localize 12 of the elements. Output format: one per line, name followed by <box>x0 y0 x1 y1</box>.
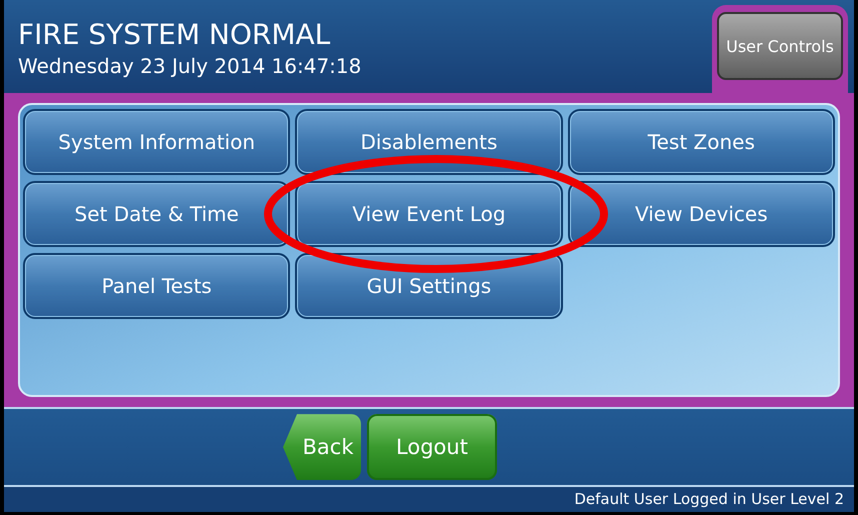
status-bar: Default User Logged in User Level 2 <box>4 485 854 512</box>
date-time: Wednesday 23 July 2014 16:47:18 <box>18 54 362 78</box>
menu-button[interactable]: Set Date & Time <box>23 181 290 247</box>
status-title: FIRE SYSTEM NORMAL <box>18 18 332 52</box>
back-button[interactable]: Back <box>283 414 361 480</box>
menu-button[interactable]: View Devices <box>568 181 835 247</box>
user-controls-button[interactable]: User Controls <box>717 12 843 80</box>
menu-button[interactable]: System Information <box>23 109 290 175</box>
menu-button[interactable]: View Event Log <box>295 181 563 247</box>
logout-button[interactable]: Logout <box>367 414 497 480</box>
menu-button[interactable]: Test Zones <box>568 109 835 175</box>
menu-button[interactable]: Panel Tests <box>23 253 290 319</box>
